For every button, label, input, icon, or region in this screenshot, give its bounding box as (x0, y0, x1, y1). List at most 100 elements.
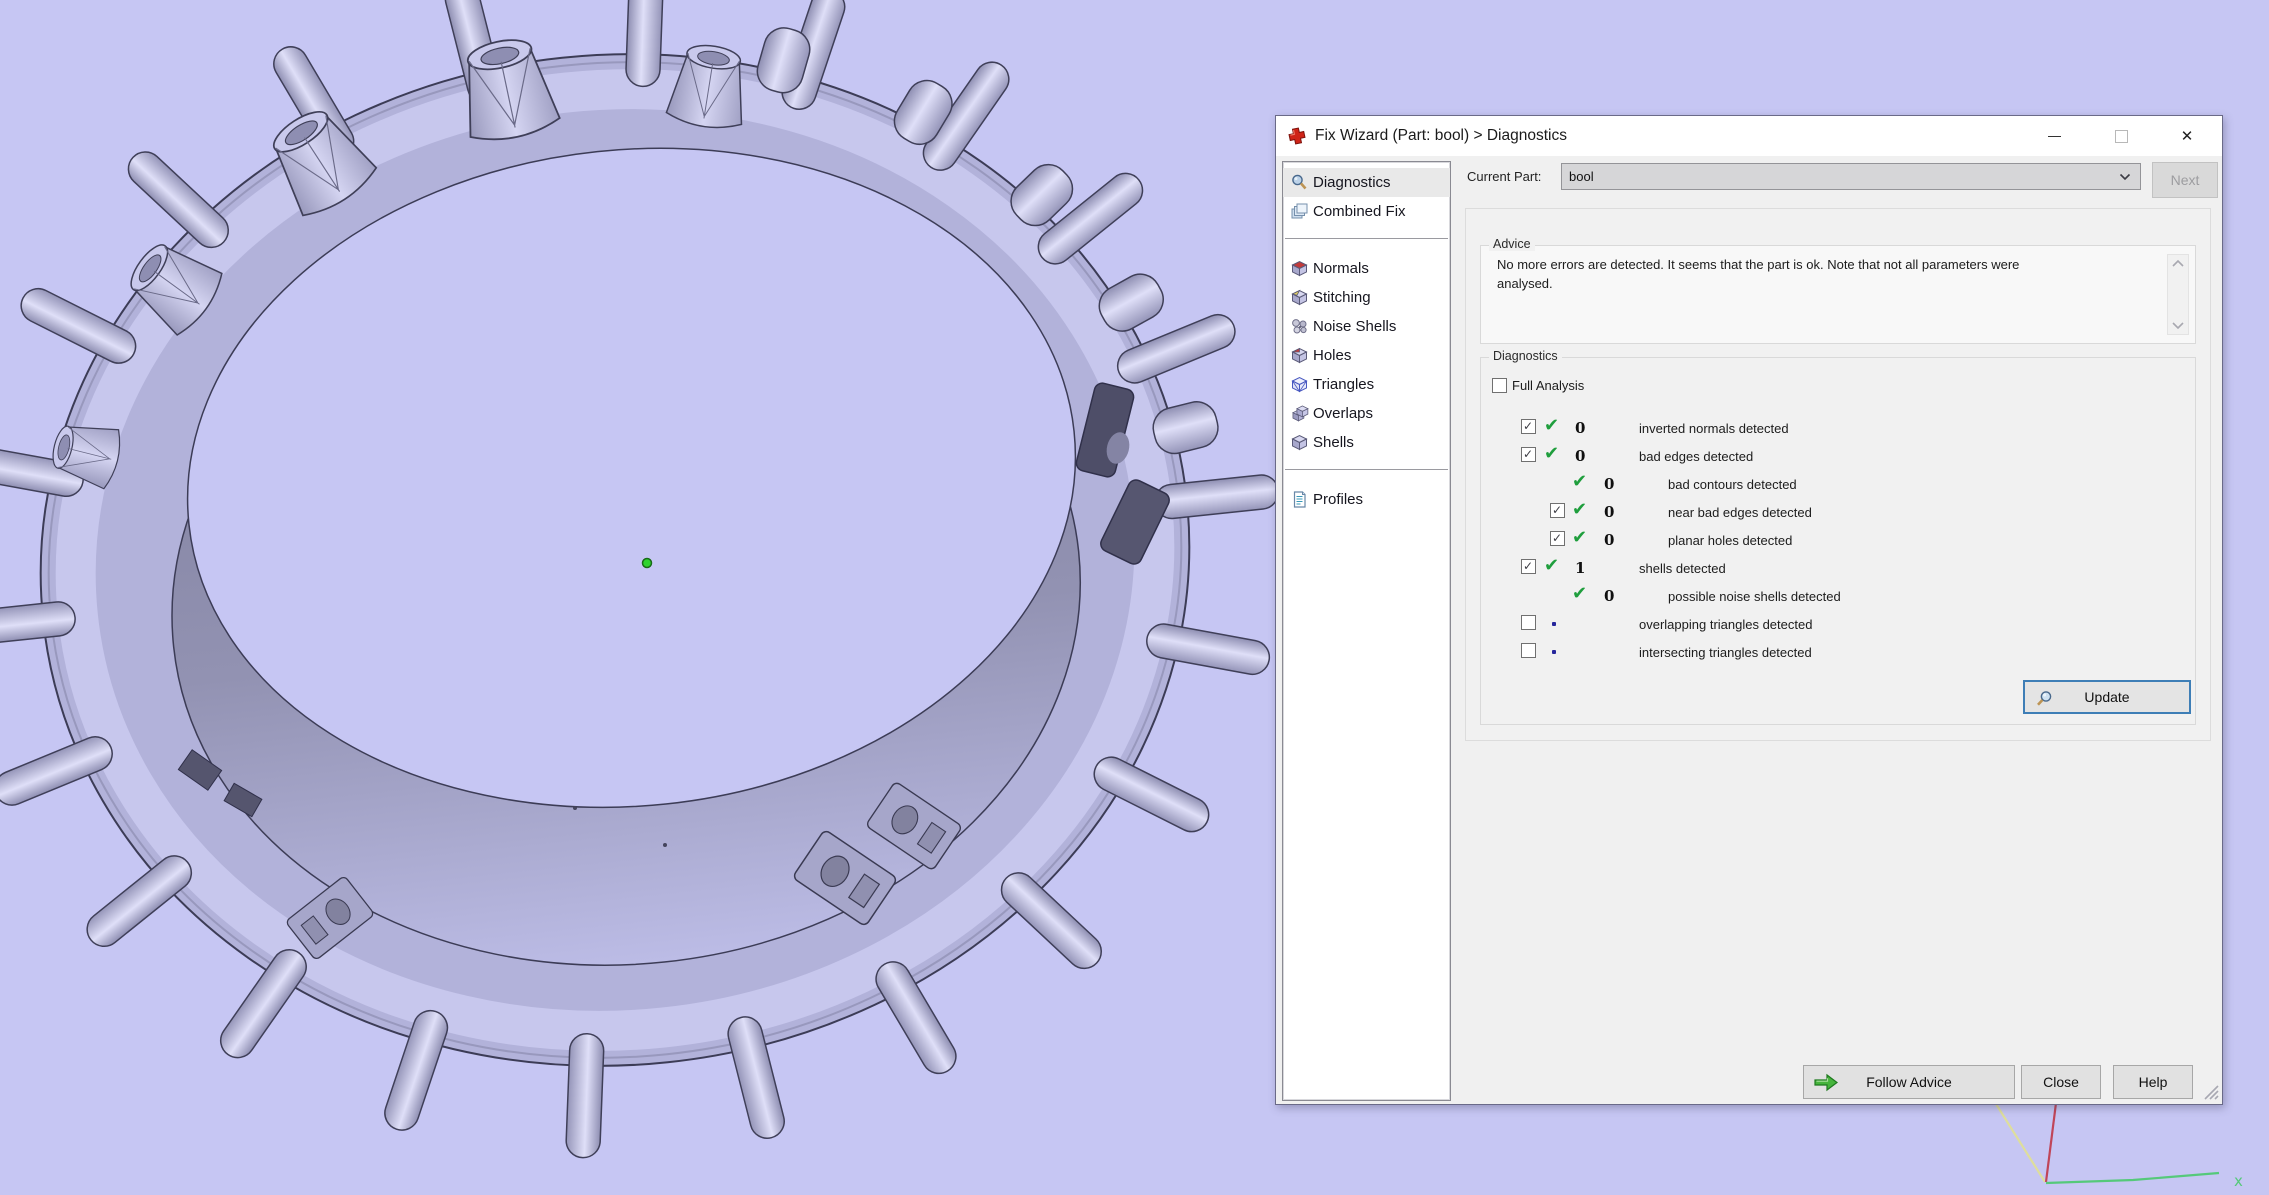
ok-check-icon (1544, 443, 1559, 464)
diagnostic-row: 0 planar holes detected (1481, 526, 2195, 554)
cube-yellow-icon (1290, 288, 1309, 307)
minimize-button[interactable] (2031, 116, 2077, 156)
diagnostic-row: intersecting triangles detected (1481, 638, 2195, 666)
sidebar-item-label: Noise Shells (1313, 318, 1396, 335)
row-label: near bad edges detected (1668, 505, 1812, 520)
sidebar-item-label: Triangles (1313, 376, 1374, 393)
sidebar-item-normals[interactable]: Normals (1283, 254, 1450, 283)
window-title: Fix Wizard (Part: bool) > Diagnostics (1315, 127, 1567, 145)
row-label: bad contours detected (1668, 477, 1797, 492)
row-checkbox[interactable] (1521, 559, 1536, 574)
sidebar-item-label: Diagnostics (1313, 174, 1391, 191)
row-checkbox[interactable] (1521, 419, 1536, 434)
ok-check-icon (1572, 499, 1587, 520)
sidebar-item-label: Overlaps (1313, 405, 1373, 422)
sidebar-separator (1285, 238, 1448, 239)
stacked-pages-icon (1290, 202, 1309, 221)
diagnostics-group: Diagnostics Full Analysis 0 inverted nor… (1480, 357, 2196, 725)
row-checkbox[interactable] (1521, 615, 1536, 630)
pending-dot-icon (1552, 650, 1556, 654)
current-part-label: Current Part: (1467, 169, 1541, 184)
row-count: 0 (1604, 475, 1614, 493)
wizard-sidebar: Diagnostics Combined Fix Normals (1282, 161, 1451, 1101)
fix-wizard-dialog: Fix Wizard (Part: bool) > Diagnostics ✕ … (1275, 115, 2223, 1105)
sidebar-item-holes[interactable]: Holes (1283, 341, 1450, 370)
ok-check-icon (1572, 471, 1587, 492)
green-arrow-icon (1813, 1073, 1839, 1092)
row-count: 0 (1575, 419, 1585, 437)
diagnostics-group-label: Diagnostics (1489, 349, 1562, 363)
row-checkbox[interactable] (1521, 447, 1536, 462)
diagnostic-row: 1 shells detected (1481, 554, 2195, 582)
title-bar[interactable]: Fix Wizard (Part: bool) > Diagnostics ✕ (1276, 116, 2222, 156)
sidebar-item-diagnostics[interactable]: Diagnostics (1283, 168, 1450, 197)
diagnostic-row: overlapping triangles detected (1481, 610, 2195, 638)
row-checkbox[interactable] (1550, 503, 1565, 518)
ok-check-icon (1544, 415, 1559, 436)
row-label: shells detected (1639, 561, 1726, 576)
diagnostic-row: 0 inverted normals detected (1481, 414, 2195, 442)
minimize-icon (2048, 136, 2061, 137)
dotted-cube-icon (1290, 317, 1309, 336)
document-icon (1290, 490, 1309, 509)
row-label: inverted normals detected (1639, 421, 1789, 436)
resize-grip[interactable] (2201, 1082, 2220, 1101)
diagnostics-rows: 0 inverted normals detected 0 bad edges … (1481, 414, 2195, 666)
scroll-down-icon[interactable] (2171, 321, 2185, 330)
full-analysis-checkbox[interactable] (1492, 378, 1507, 393)
sidebar-item-shells[interactable]: Shells (1283, 428, 1450, 457)
scroll-up-icon[interactable] (2171, 259, 2185, 268)
magnifier-icon (1290, 173, 1309, 192)
current-part-value: bool (1569, 169, 2119, 184)
sidebar-item-profiles[interactable]: Profiles (1283, 485, 1450, 514)
diagnostic-row: 0 near bad edges detected (1481, 498, 2195, 526)
ok-check-icon (1572, 527, 1587, 548)
cube-wireframe-icon (1290, 375, 1309, 394)
wizard-page-panel: Advice No more errors are detected. It s… (1465, 208, 2211, 741)
help-button[interactable]: Help (2113, 1065, 2193, 1099)
close-button[interactable]: ✕ (2164, 116, 2210, 156)
row-label: planar holes detected (1668, 533, 1792, 548)
current-part-dropdown[interactable]: bool (1561, 163, 2141, 190)
sidebar-item-label: Holes (1313, 347, 1351, 364)
cube-hole-icon (1290, 346, 1309, 365)
axis-x-label: x (2234, 1172, 2243, 1190)
dialog-close-button[interactable]: Close (2021, 1065, 2101, 1099)
chevron-down-icon (2119, 173, 2131, 181)
row-checkbox[interactable] (1521, 643, 1536, 658)
maximize-button[interactable] (2098, 116, 2144, 156)
follow-advice-button[interactable]: Follow Advice (1803, 1065, 2015, 1099)
update-button-label: Update (2084, 689, 2129, 705)
sidebar-item-stitching[interactable]: Stitching (1283, 283, 1450, 312)
update-button[interactable]: Update (2023, 680, 2191, 714)
diagnostic-row: 0 bad contours detected (1481, 470, 2195, 498)
row-label: overlapping triangles detected (1639, 617, 1812, 632)
red-cross-icon (1288, 127, 1306, 145)
diagnostic-row: 0 bad edges detected (1481, 442, 2195, 470)
sidebar-item-noise-shells[interactable]: Noise Shells (1283, 312, 1450, 341)
advice-scrollbar[interactable] (2167, 254, 2189, 335)
row-count: 0 (1604, 587, 1614, 605)
sidebar-item-label: Stitching (1313, 289, 1371, 306)
close-icon: ✕ (2181, 127, 2194, 145)
sidebar-item-label: Normals (1313, 260, 1369, 277)
pending-dot-icon (1552, 622, 1556, 626)
advice-group: Advice No more errors are detected. It s… (1480, 245, 2196, 344)
sidebar-item-label: Profiles (1313, 491, 1363, 508)
row-count: 1 (1575, 559, 1585, 577)
origin-marker (643, 559, 652, 568)
sidebar-item-triangles[interactable]: Triangles (1283, 370, 1450, 399)
diagnostic-row: 0 possible noise shells detected (1481, 582, 2195, 610)
sidebar-item-combined-fix[interactable]: Combined Fix (1283, 197, 1450, 226)
next-button[interactable]: Next (2152, 162, 2218, 198)
maximize-icon (2115, 130, 2128, 143)
magnifier-icon (2035, 689, 2054, 708)
follow-advice-label: Follow Advice (1866, 1074, 1952, 1090)
ok-check-icon (1544, 555, 1559, 576)
row-label: possible noise shells detected (1668, 589, 1841, 604)
sidebar-item-overlaps[interactable]: Overlaps (1283, 399, 1450, 428)
full-analysis-label: Full Analysis (1512, 378, 1584, 393)
row-checkbox[interactable] (1550, 531, 1565, 546)
sidebar-separator (1285, 469, 1448, 470)
cube-icon (1290, 433, 1309, 452)
